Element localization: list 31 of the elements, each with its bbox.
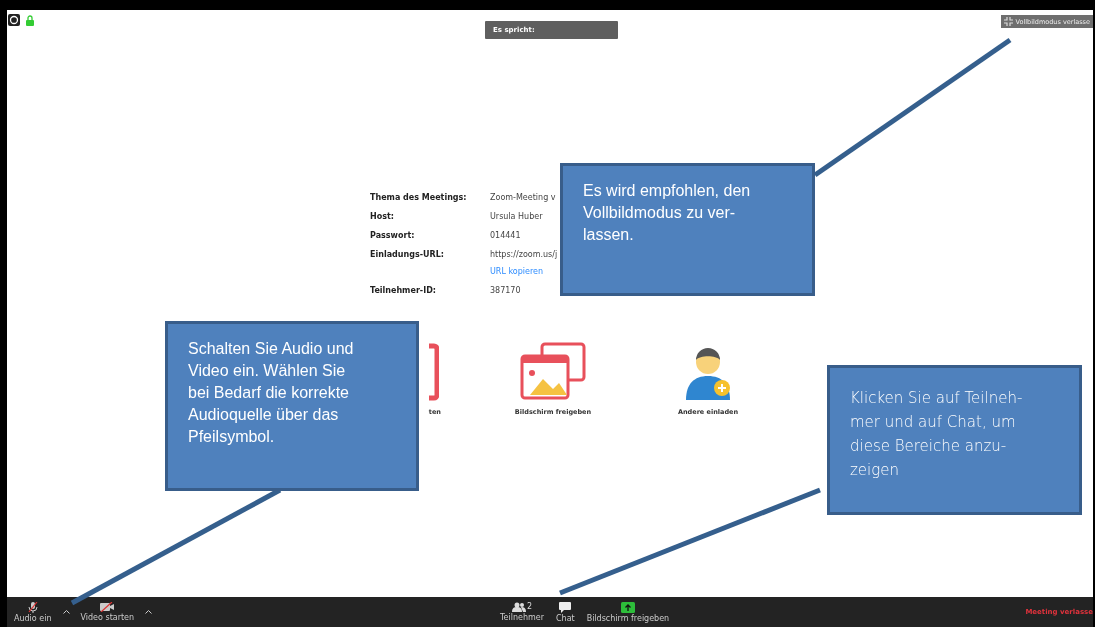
screen-share-icon[interactable]	[518, 342, 588, 402]
info-label: Host:	[370, 212, 395, 221]
info-value: 387170	[490, 286, 521, 295]
collapse-icon	[1003, 17, 1013, 26]
lock-icon	[26, 14, 34, 26]
info-value: Zoom-Meeting v	[490, 193, 556, 202]
participant-count: 2	[526, 601, 533, 611]
toolbar-button[interactable]: Audio ein	[11, 601, 55, 623]
info-label: Teilnehmer-ID:	[370, 286, 437, 295]
info-value: Ursula Huber	[490, 212, 543, 221]
toolbar-button[interactable]: 2 Teilnehmer	[497, 601, 547, 623]
video-off-icon	[100, 602, 115, 612]
info-value: 014441	[490, 231, 521, 240]
muted-microphone-icon	[27, 601, 38, 613]
caret-icon	[145, 610, 153, 614]
toolbar-button[interactable]: Chat	[552, 601, 578, 623]
copy-url-link[interactable]: URL kopieren	[490, 267, 558, 276]
people-icon	[511, 601, 526, 612]
info-label: Thema des Meetings:	[370, 193, 468, 202]
callout-box: Schalten Sie Audio und Video ein. Wählen Sie bei Bedarf die korrekte Audioquelle über das Pfeilsymbol.	[165, 321, 419, 491]
info-label: Einladungs-URL:	[370, 250, 445, 261]
info-label: Passwort:	[370, 231, 416, 240]
info-value: https://zoom.us/j	[490, 250, 558, 259]
share-screen-icon	[620, 601, 635, 613]
caret-icon	[62, 610, 70, 614]
chat-icon	[559, 601, 572, 613]
callout-box: Klicken Sie auf Teilneh- mer und auf Chat, um diese Bereiche anzu- zeigen	[827, 365, 1082, 515]
callout-box: Es wird empfohlen, den Vollbildmodus zu ver- lassen.	[560, 163, 815, 296]
toolbar-button[interactable]: Video starten	[77, 602, 138, 622]
toolbar-button[interactable]: Bildschirm freigeben	[583, 601, 673, 623]
info-icon[interactable]	[8, 14, 20, 26]
